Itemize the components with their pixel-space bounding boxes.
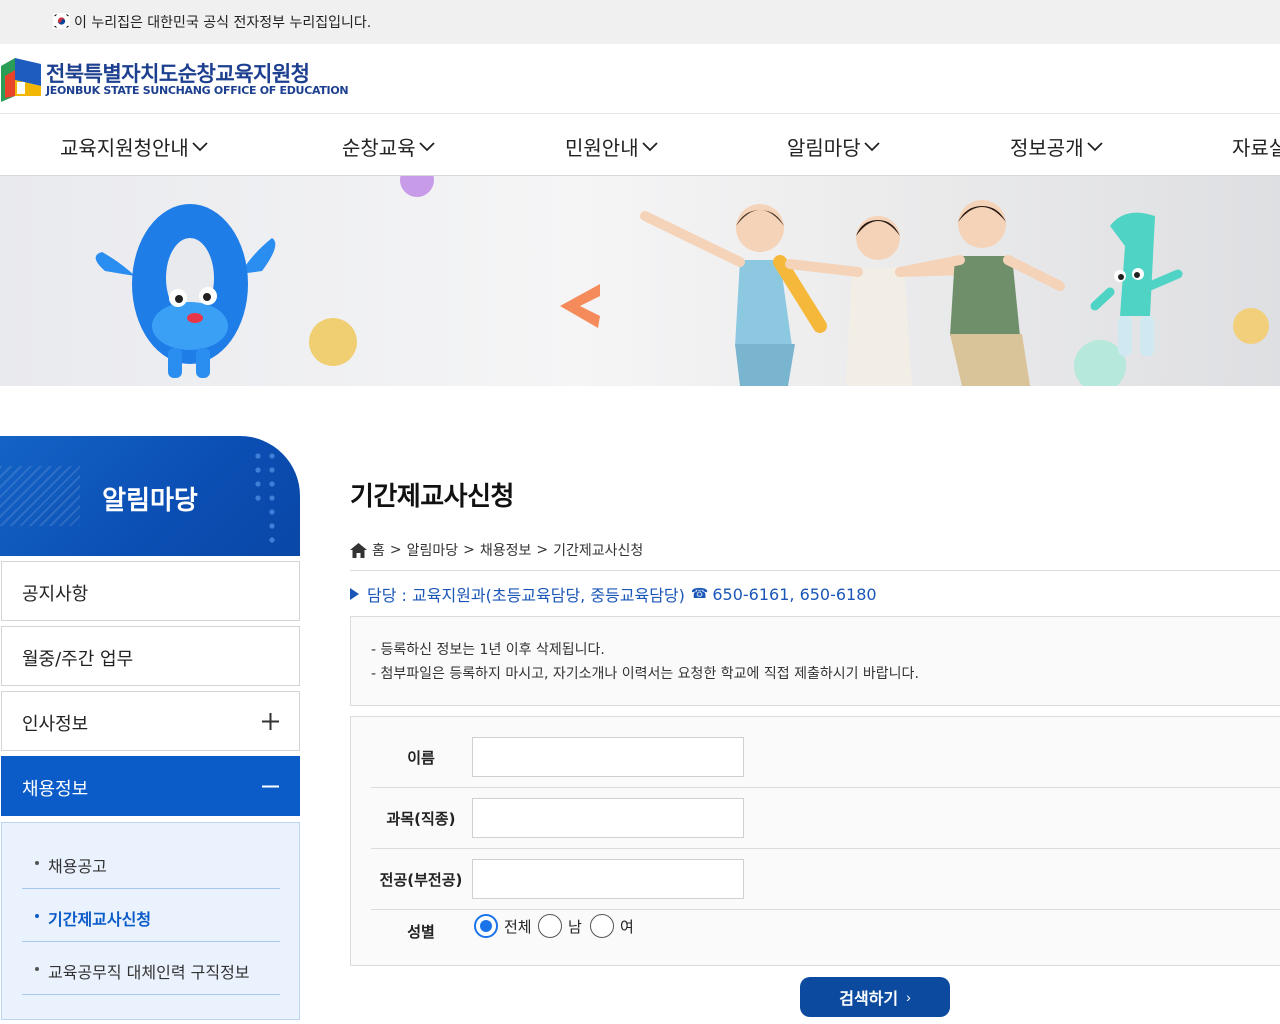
breadcrumb: 홈 > 알림마당 > 채용정보 > 기간제교사신청 <box>350 540 643 560</box>
chevron-right-icon: › <box>906 989 911 1005</box>
sidebar-item-monthly-weekly-work[interactable]: 월중/주간 업무 <box>1 626 300 686</box>
breadcrumb-separator: > <box>389 542 402 558</box>
search-button[interactable]: 검색하기 › <box>800 977 950 1017</box>
contact-department: 담당 : 교육지원과(초등교육담당, 중등교육담당) <box>367 586 685 605</box>
hero-banner-image <box>0 176 1280 386</box>
gender-label: 성별 <box>407 923 435 941</box>
sidebar-title: 알림마당 <box>102 486 198 516</box>
chevron-down-icon <box>1086 141 1103 151</box>
page-title: 기간제교사신청 <box>350 482 514 512</box>
major-input[interactable] <box>472 859 744 899</box>
site-header: 전북특별자치도순창교육지원청 JEONBUK STATE SUNCHANG OF… <box>0 44 1280 114</box>
notice-box: - 등록하신 정보는 1년 이후 삭제됩니다. - 첨부파일은 등록하지 마시고… <box>350 616 1280 706</box>
sidebar-item-notices[interactable]: 공지사항 <box>1 561 300 621</box>
gender-radio-male[interactable]: 남 <box>538 914 582 938</box>
gender-radio-female[interactable]: 여 <box>590 914 634 938</box>
notice-line: - 첨부파일은 등록하지 마시고, 자기소개나 이력서는 요청한 학교에 직접 … <box>371 666 919 682</box>
form-row-name: 이름 <box>371 727 1280 788</box>
form-row-major: 전공(부전공) <box>371 849 1280 910</box>
gnb-item-resources[interactable]: 자료실 <box>1232 132 1280 161</box>
name-input[interactable] <box>472 737 744 777</box>
gnb-item-office-info[interactable]: 교육지원청안내 <box>60 132 208 161</box>
chevron-down-icon <box>641 141 658 151</box>
search-form: 이름 과목(직종) 전공(부전공) 성별 전체 남 여 <box>350 716 1280 966</box>
breadcrumb-current: 기간제교사신청 <box>553 543 644 559</box>
korea-flag-icon <box>53 13 70 29</box>
org-logo-icon[interactable] <box>1 56 41 102</box>
sidebar-submenu: 채용공고 기간제교사신청 교육공무직 대체인력 구직정보 <box>1 822 300 1020</box>
radio-circle[interactable] <box>538 914 562 938</box>
bullet-icon <box>35 914 39 918</box>
breadcrumb-separator: > <box>463 542 475 558</box>
gnb-item-info-disclosure[interactable]: 정보공개 <box>1010 132 1103 161</box>
contact-phones: 650-6161, 650-6180 <box>712 584 877 604</box>
form-row-subject: 과목(직종) <box>371 788 1280 849</box>
submenu-item-temp-teacher-application[interactable]: 기간제교사신청 <box>22 890 280 942</box>
home-icon[interactable] <box>350 542 367 558</box>
hero-illustration <box>95 176 1269 386</box>
bullet-icon <box>35 861 39 865</box>
sidebar-title-box: 알림마당 <box>0 436 300 556</box>
chevron-down-icon <box>418 141 435 151</box>
name-label: 이름 <box>407 749 435 767</box>
breadcrumb-separator: > <box>536 542 549 558</box>
sidebar-item-personnel-info[interactable]: 인사정보 <box>1 691 300 751</box>
breadcrumb-home[interactable]: 홈 <box>372 540 385 560</box>
gender-radio-all[interactable]: 전체 <box>474 914 532 938</box>
subject-input[interactable] <box>472 798 744 838</box>
radio-circle[interactable] <box>474 914 498 938</box>
gnb-item-notice-board[interactable]: 알림마당 <box>787 132 880 161</box>
submenu-item-substitute-staff-info[interactable]: 교육공무직 대체인력 구직정보 <box>22 943 280 995</box>
form-row-gender: 성별 전체 남 여 <box>371 910 1280 971</box>
radio-circle[interactable] <box>590 914 614 938</box>
gnb-item-sunchang-education[interactable]: 순창교육 <box>342 132 435 161</box>
major-label: 전공(부전공) <box>379 871 463 889</box>
minus-icon[interactable] <box>262 778 279 795</box>
phone-icon: ☎ <box>690 586 709 602</box>
submenu-item-job-postings[interactable]: 채용공고 <box>22 837 280 889</box>
gov-banner: 이 누리집은 대한민국 공식 전자정부 누리집입니다. <box>0 0 1280 44</box>
plus-icon[interactable] <box>262 713 279 730</box>
chevron-down-icon <box>192 141 208 151</box>
subject-label: 과목(직종) <box>386 810 456 828</box>
breadcrumb-notice-board[interactable]: 알림마당 <box>407 540 459 560</box>
notice-line: - 등록하신 정보는 1년 이후 삭제됩니다. <box>371 642 605 658</box>
gnb-item-civil-service[interactable]: 민원안내 <box>565 132 658 161</box>
divider <box>350 570 1280 571</box>
breadcrumb-recruitment-info[interactable]: 채용정보 <box>480 540 532 560</box>
triangle-bullet-icon <box>350 588 359 600</box>
chevron-down-icon <box>863 141 880 151</box>
contact-info: 담당 : 교육지원과(초등교육담당, 중등교육담당) ☎ 650-6161, 6… <box>350 582 877 606</box>
gov-banner-text: 이 누리집은 대한민국 공식 전자정부 누리집입니다. <box>74 15 372 31</box>
sidebar-item-recruitment-info[interactable]: 채용정보 <box>1 756 300 816</box>
org-name-en: JEONBUK STATE SUNCHANG OFFICE OF EDUCATI… <box>46 84 349 97</box>
bullet-icon <box>35 967 39 971</box>
global-nav: 교육지원청안내 순창교육 민원안내 알림마당 정보공개 자료실 <box>0 115 1280 176</box>
